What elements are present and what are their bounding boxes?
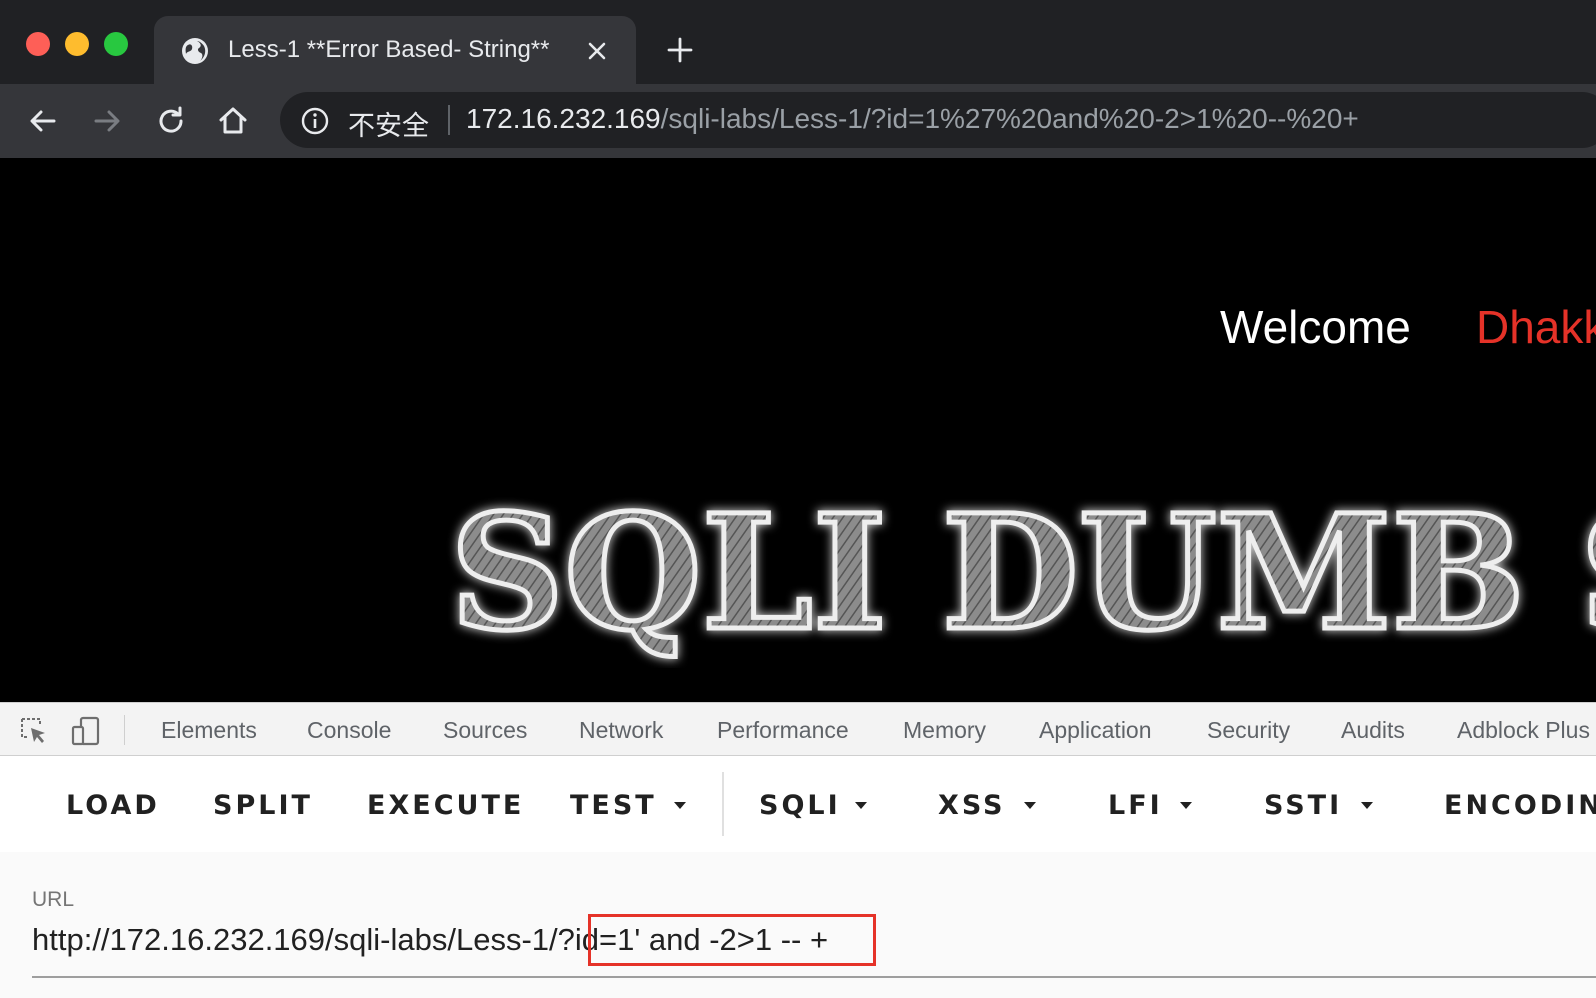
address-bar[interactable]: 不安全 172.16.232.169/sqli-labs/Less-1/?id=… — [280, 92, 1596, 148]
browser-tab-active[interactable]: Less-1 **Error Based- String** — [154, 16, 636, 84]
execute-button[interactable]: EXECUTE — [367, 790, 524, 821]
encoding-dropdown[interactable]: ENCODING — [1444, 790, 1596, 821]
minimize-window-button[interactable] — [65, 32, 89, 56]
browser-toolbar: 不安全 172.16.232.169/sqli-labs/Less-1/?id=… — [0, 84, 1596, 158]
devtools-divider — [124, 715, 125, 745]
split-button[interactable]: SPLIT — [213, 790, 313, 821]
logo-text: SQLI DUMB S — [450, 481, 1596, 666]
test-caret-icon[interactable] — [674, 802, 686, 809]
url-host: 172.16.232.169 — [466, 103, 661, 134]
sqli-dropdown[interactable]: SQLI — [759, 790, 841, 821]
forward-arrow-icon[interactable] — [90, 104, 124, 138]
ssti-caret-icon[interactable] — [1361, 802, 1373, 809]
xss-dropdown[interactable]: XSS — [938, 790, 1006, 821]
new-tab-icon[interactable] — [666, 36, 694, 64]
lfi-dropdown[interactable]: LFI — [1108, 790, 1163, 821]
welcome-text: Welcome — [1220, 301, 1411, 353]
back-arrow-icon[interactable] — [26, 104, 60, 138]
tab-audits[interactable]: Audits — [1341, 717, 1405, 744]
tab-console[interactable]: Console — [307, 717, 391, 744]
test-dropdown[interactable]: TEST — [570, 790, 657, 821]
sqli-dumb-logo: SQLI DUMB S — [448, 479, 1596, 669]
tab-network[interactable]: Network — [579, 717, 663, 744]
close-window-button[interactable] — [26, 32, 50, 56]
lfi-caret-icon[interactable] — [1180, 802, 1192, 809]
devtools-tab-bar: Elements Console Sources Network Perform… — [0, 702, 1596, 756]
globe-icon — [182, 38, 208, 64]
omnibox-divider — [448, 105, 450, 135]
tab-performance[interactable]: Performance — [717, 717, 849, 744]
tab-memory[interactable]: Memory — [903, 717, 986, 744]
security-label[interactable]: 不安全 — [348, 104, 429, 143]
close-tab-icon[interactable] — [584, 38, 610, 64]
reload-icon[interactable] — [154, 104, 188, 138]
home-icon[interactable] — [216, 104, 250, 138]
hackbar-toolbar: LOAD SPLIT EXECUTE TEST SQLI XSS LFI SST… — [0, 756, 1596, 852]
device-toolbar-icon[interactable] — [70, 715, 102, 747]
load-button[interactable]: LOAD — [66, 790, 160, 821]
url-field-label: URL — [32, 888, 75, 911]
ssti-dropdown[interactable]: SSTI — [1264, 790, 1342, 821]
tab-elements[interactable]: Elements — [161, 717, 257, 744]
dhakkan-text: Dhakk — [1476, 301, 1596, 353]
address-url[interactable]: 172.16.232.169/sqli-labs/Less-1/?id=1%27… — [466, 103, 1359, 135]
maximize-window-button[interactable] — [104, 32, 128, 56]
url-field-underline — [32, 976, 1596, 978]
tab-sources[interactable]: Sources — [443, 717, 527, 744]
sqli-caret-icon[interactable] — [855, 802, 867, 809]
page-content: Welcome Dhakk SQLI DUMB S — [0, 158, 1596, 702]
info-icon[interactable] — [300, 106, 330, 136]
tab-application[interactable]: Application — [1039, 717, 1152, 744]
url-path: /sqli-labs/Less-1/?id=1%27%20and%20-2>1%… — [660, 103, 1359, 134]
tab-adblock-plus[interactable]: Adblock Plus — [1457, 717, 1590, 744]
hackbar-divider — [722, 772, 724, 836]
xss-caret-icon[interactable] — [1024, 802, 1036, 809]
tab-title: Less-1 **Error Based- String** — [228, 36, 550, 63]
inspect-element-icon[interactable] — [18, 715, 50, 747]
tab-security[interactable]: Security — [1207, 717, 1290, 744]
browser-tab-strip: Less-1 **Error Based- String** — [0, 0, 1596, 84]
hackbar-url-panel: URL http://172.16.232.169/sqli-labs/Less… — [0, 852, 1596, 998]
payload-highlight-box — [588, 914, 876, 966]
